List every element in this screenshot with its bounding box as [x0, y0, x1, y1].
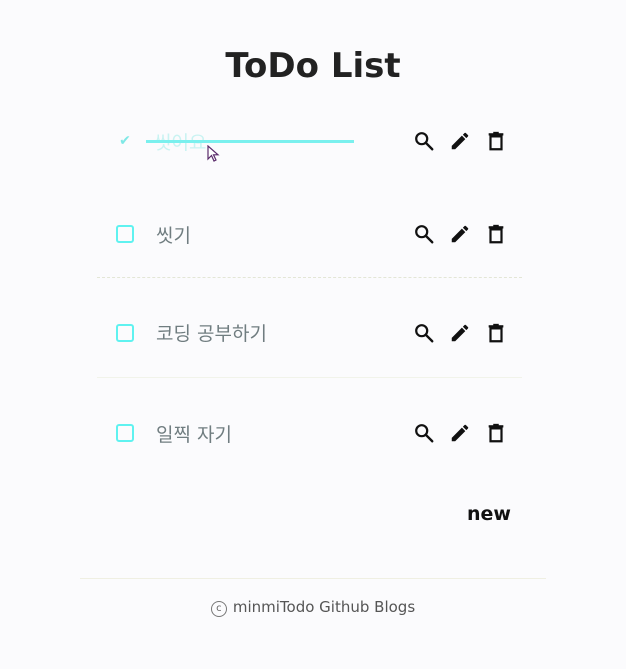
pencil-icon[interactable] [449, 422, 471, 444]
mouse-cursor-icon [207, 145, 220, 162]
pencil-icon[interactable] [449, 322, 471, 344]
todo-item: 씻기 [97, 191, 522, 278]
pencil-icon[interactable] [449, 130, 471, 152]
search-icon[interactable] [413, 223, 435, 245]
todo-label: 씻기 [156, 224, 191, 247]
copyright-icon: c [210, 601, 227, 617]
search-icon[interactable] [413, 422, 435, 444]
strike-through-line [146, 140, 354, 143]
todo-label: 코딩 공부하기 [156, 323, 267, 345]
checked-checkbox[interactable]: ✔ [118, 134, 132, 148]
trash-icon[interactable] [485, 130, 507, 152]
todo-item: 코딩 공부하기 [97, 288, 522, 378]
search-icon[interactable] [413, 130, 435, 152]
todo-actions [413, 422, 507, 444]
page-title: ToDo List [225, 46, 401, 86]
todo-actions [413, 322, 507, 344]
trash-icon[interactable] [485, 422, 507, 444]
checkbox[interactable] [116, 225, 134, 243]
footer: c minmiTodo Github Blogs [0, 598, 626, 617]
todo-actions [413, 130, 507, 152]
trash-icon[interactable] [485, 223, 507, 245]
pencil-icon[interactable] [449, 223, 471, 245]
todo-actions [413, 223, 507, 245]
checkbox[interactable] [116, 323, 134, 342]
footer-text[interactable]: minmiTodo Github Blogs [233, 598, 415, 616]
todo-label: 일찍 자기 [156, 423, 232, 446]
checkbox[interactable] [116, 424, 134, 442]
footer-divider [80, 578, 546, 579]
new-todo-button[interactable]: new [467, 503, 511, 525]
trash-icon[interactable] [485, 322, 507, 344]
todo-item: 일찍 자기 [97, 385, 522, 481]
todo-item: ✔ 씻어요 [97, 93, 522, 189]
search-icon[interactable] [413, 322, 435, 344]
